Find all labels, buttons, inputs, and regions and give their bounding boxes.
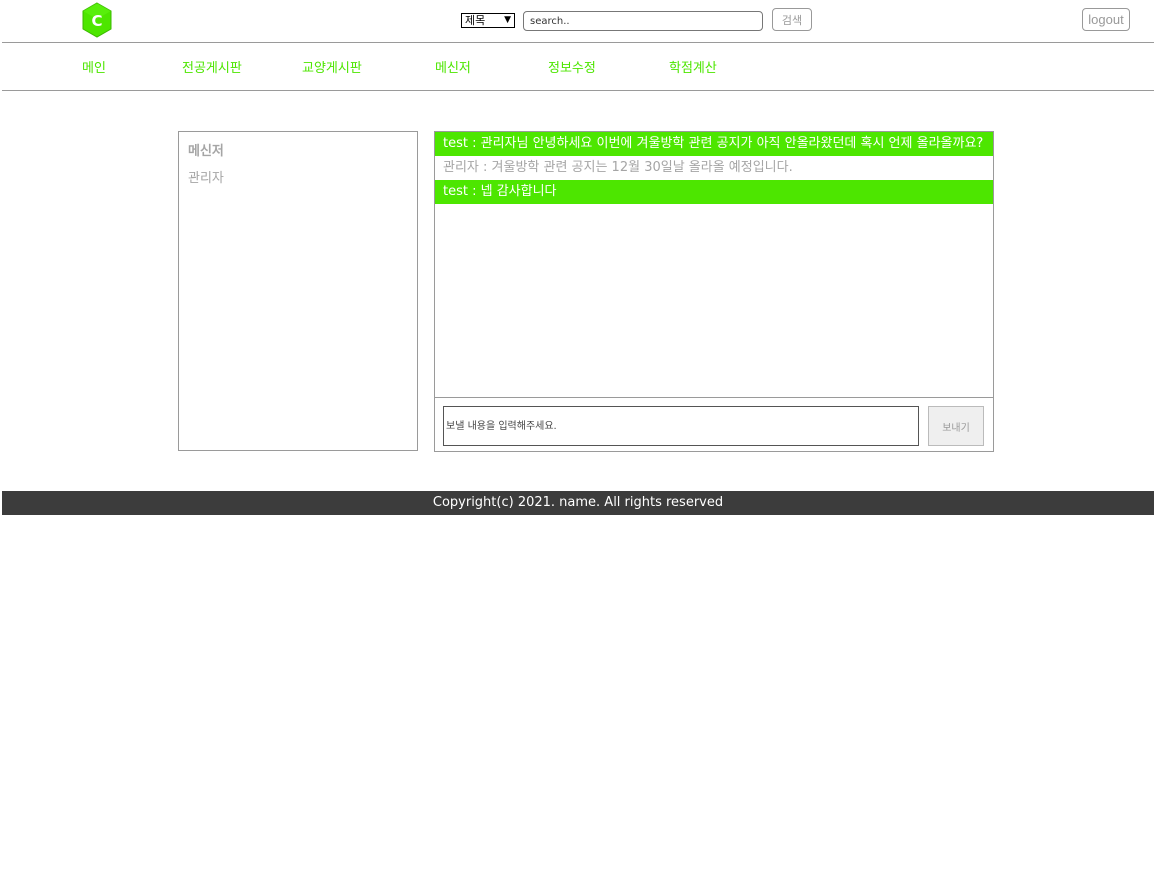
main-nav: 메인 전공게시판 교양게시판 메신저 정보수정 학점계산 [2, 43, 1154, 91]
nav-item-messenger[interactable]: 메신저 [435, 57, 471, 76]
search-button[interactable]: 검색 [772, 8, 812, 31]
message-item: test : 관리자님 안녕하세요 이번에 겨울방학 관련 공지가 아직 안올라… [435, 132, 993, 156]
contact-item[interactable]: 관리자 [188, 167, 224, 186]
search-field-selected: 제목 [465, 14, 486, 27]
search-input[interactable] [523, 11, 763, 31]
nav-item-liberal-board[interactable]: 교양게시판 [302, 57, 362, 76]
footer: Copyright(c) 2021. name. All rights rese… [2, 491, 1154, 515]
chevron-down-icon: ▼ [504, 15, 511, 25]
message-item: 관리자 : 겨울방학 관련 공지는 12월 30일날 올라올 예정입니다. [435, 156, 993, 180]
nav-item-main[interactable]: 메인 [82, 57, 106, 76]
logo-icon[interactable]: C [80, 1, 114, 39]
sidebar-title: 메신저 [188, 144, 224, 159]
messenger-sidebar: 메신저 관리자 [178, 131, 418, 451]
send-button[interactable]: 보내기 [928, 406, 984, 446]
logout-button[interactable]: logout [1082, 8, 1130, 31]
hexagon-logo-svg: C [82, 2, 112, 38]
nav-item-grade-calc[interactable]: 학점계산 [669, 57, 717, 76]
copyright-text: Copyright(c) 2021. name. All rights rese… [432, 495, 724, 510]
chat-panel: test : 관리자님 안녕하세요 이번에 겨울방학 관련 공지가 아직 안올라… [434, 131, 994, 452]
message-input[interactable] [443, 406, 919, 446]
nav-item-edit-info[interactable]: 정보수정 [548, 57, 596, 76]
message-item: test : 넵 감사합니다 [435, 180, 993, 204]
search-field-select[interactable]: 제목 ▼ [461, 13, 515, 28]
message-list: test : 관리자님 안녕하세요 이번에 겨울방학 관련 공지가 아직 안올라… [435, 132, 993, 398]
header: C 제목 ▼ 검색 logout [2, 0, 1154, 43]
nav-item-major-board[interactable]: 전공게시판 [182, 57, 242, 76]
logo-letter: C [91, 12, 102, 30]
